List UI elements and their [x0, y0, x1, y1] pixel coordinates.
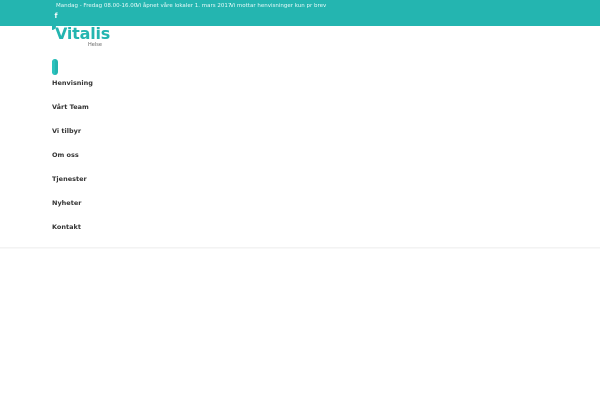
- logo-subtitle: Helse: [88, 42, 102, 48]
- opening-announcement-text: Vi åpnet våre lokaler 1. mars 2017.: [136, 3, 234, 9]
- nav-item-vart-team[interactable]: Vårt Team: [52, 99, 93, 123]
- logo-name: Vitalis: [55, 24, 111, 43]
- nav-item-vi-tilbyr[interactable]: Vi tilbyr: [52, 123, 93, 147]
- opening-hours-text: Mandag - Fredag 08.00-16.00: [56, 3, 138, 9]
- nav-item-henvisning[interactable]: Henvisning: [52, 75, 93, 99]
- nav-item-kontakt[interactable]: Kontakt: [52, 219, 93, 243]
- header-divider: [0, 247, 600, 249]
- top-info-bar: Mandag - Fredag 08.00-16.00 Vi åpnet vår…: [0, 0, 600, 26]
- nav-item-tjenester[interactable]: Tjenester: [52, 171, 93, 195]
- mobile-menu-toggle[interactable]: [52, 59, 58, 75]
- nav-item-nyheter[interactable]: Nyheter: [52, 195, 93, 219]
- facebook-icon[interactable]: f: [53, 12, 59, 21]
- nav-item-om-oss[interactable]: Om oss: [52, 147, 93, 171]
- main-navigation: Henvisning Vårt Team Vi tilbyr Om oss Tj…: [52, 75, 93, 243]
- site-logo[interactable]: Vitalis Helse: [52, 26, 112, 50]
- referral-info-text: Vi mottar henvisninger kun pr brev: [230, 3, 327, 9]
